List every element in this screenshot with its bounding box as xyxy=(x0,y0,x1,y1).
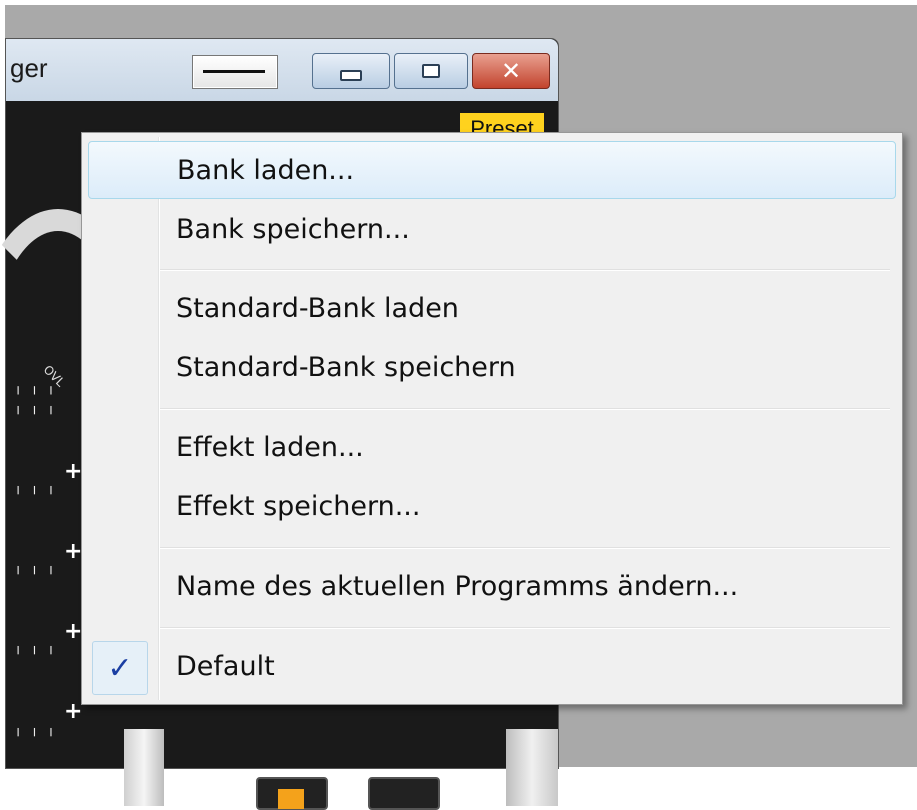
minimize-icon xyxy=(340,69,362,81)
scale-ticks: ╵╵╵ xyxy=(14,567,64,583)
menu-item-label: Bank laden... xyxy=(177,155,355,186)
menu-separator xyxy=(160,269,890,271)
scale-ticks: ╷╷╷ xyxy=(14,379,64,395)
menu-item-label: Standard-Bank laden xyxy=(176,293,459,324)
plus-icon[interactable]: + xyxy=(64,459,82,484)
menu-item-bank-laden[interactable]: Bank laden... xyxy=(88,141,896,199)
maximize-button[interactable] xyxy=(394,53,468,89)
scale-ticks: ╵╵╵ xyxy=(14,487,64,503)
context-menu: Bank laden... Bank speichern... Standard… xyxy=(81,132,903,705)
menu-item-label: Default xyxy=(176,651,275,682)
plugin-dark-button[interactable] xyxy=(368,777,440,810)
plus-icon[interactable]: + xyxy=(64,774,82,799)
menu-separator xyxy=(160,627,890,629)
menu-separator xyxy=(160,408,890,410)
menu-item-bank-speichern[interactable]: Bank speichern... xyxy=(88,201,896,259)
menu-item-label: Name des aktuellen Programms ändern... xyxy=(176,571,739,602)
plus-icon[interactable]: + xyxy=(64,619,82,644)
menu-item-standard-bank-laden[interactable]: Standard-Bank laden xyxy=(88,280,896,338)
plugin-orange-button[interactable] xyxy=(256,777,328,810)
menu-item-default[interactable]: ✓ Default xyxy=(88,638,896,696)
menu-separator xyxy=(160,547,890,549)
scale-ticks: ╵╵╵ xyxy=(14,729,64,745)
plus-icon[interactable]: + xyxy=(64,539,82,564)
menu-item-effekt-speichern[interactable]: Effekt speichern... xyxy=(88,478,896,536)
close-icon: ✕ xyxy=(500,57,522,85)
close-button[interactable]: ✕ xyxy=(472,53,550,89)
menu-item-rename-program[interactable]: Name des aktuellen Programms ändern... xyxy=(88,558,896,616)
fader-rail xyxy=(124,729,164,806)
menu-item-effekt-laden[interactable]: Effekt laden... xyxy=(88,419,896,477)
menu-item-label: Effekt speichern... xyxy=(176,491,421,522)
desktop: ger ✕ Preset OVL ╷╷╷ ╵╵╵ + ╵╵╵ + ╵╵╵ + ╵… xyxy=(0,0,917,810)
plus-icon[interactable]: + xyxy=(64,699,82,724)
menu-item-label: Effekt laden... xyxy=(176,432,364,463)
menu-item-label: Bank speichern... xyxy=(176,214,410,245)
window-title: ger xyxy=(10,53,48,83)
dash-icon xyxy=(203,70,265,73)
minimize-button[interactable] xyxy=(312,53,390,89)
checkmark-icon: ✓ xyxy=(92,641,148,695)
scale-ticks: ╵╵╵ xyxy=(14,407,64,423)
maximize-icon xyxy=(422,64,440,78)
title-bar-widget[interactable] xyxy=(192,55,278,89)
window-titlebar[interactable]: ger ✕ xyxy=(6,39,558,101)
fader-rail xyxy=(506,729,558,806)
menu-item-standard-bank-speichern[interactable]: Standard-Bank speichern xyxy=(88,339,896,397)
scale-ticks: ╵╵╵ xyxy=(14,647,64,663)
menu-item-label: Standard-Bank speichern xyxy=(176,352,516,383)
